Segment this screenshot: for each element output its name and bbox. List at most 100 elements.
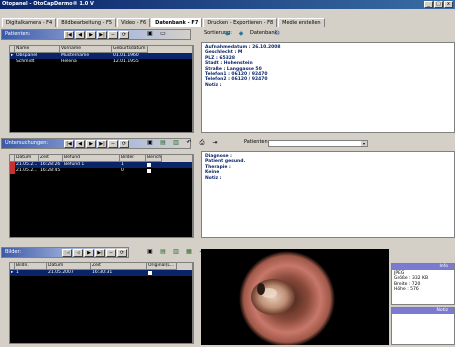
image-preview[interactable] <box>201 249 389 345</box>
patients-scrollbar[interactable] <box>193 45 199 133</box>
image-date-cell: 21.05.2007 <box>48 270 74 275</box>
close-button[interactable]: x <box>444 1 453 8</box>
image-info-box: Info JPEG Größe : 332 KB Breite : 720 Hö… <box>391 263 455 305</box>
image-notiz-box[interactable]: Notiz <box>391 307 455 345</box>
column-header[interactable]: Datum <box>15 155 39 162</box>
exam-patient-label: Patienten: <box>244 139 270 145</box>
examinations-nav: |◀ ◀ ▶ ▶| − ⟳ <box>64 140 129 148</box>
prev-record-button[interactable]: ◀ <box>73 249 83 257</box>
last-record-button[interactable]: ▶| <box>95 249 105 257</box>
window-controls: _ □ x <box>424 1 453 8</box>
sort-desc-icon[interactable]: ◆ <box>236 30 246 38</box>
minimize-button[interactable]: _ <box>424 1 433 8</box>
delete-record-button[interactable]: − <box>106 249 116 257</box>
patient-card-icon[interactable]: ▭ <box>158 30 168 38</box>
report-checkbox[interactable] <box>146 168 162 174</box>
next-record-button[interactable]: ▶ <box>86 140 96 148</box>
new-patient-icon[interactable]: ▣ <box>145 30 155 38</box>
window-title-bar: Otopanel - OtoCapDermo® 1.0 V <box>0 0 455 9</box>
images-nav: |◀ ◀ ▶ ▶| − ⟳ <box>62 249 127 257</box>
image-tools: ▣ ▤ ▥ ▦ ⇥ <box>145 248 207 256</box>
table-row[interactable]: Schmidt Helena 12.01.1955 <box>10 59 192 65</box>
patients-section-label: Patienten: <box>5 31 31 37</box>
exam-finding-cell <box>63 168 120 174</box>
database-icon[interactable]: ⛁ <box>272 30 282 38</box>
image-number-cell: 1 <box>16 270 19 275</box>
patients-table: Name Vorname Geburtsdatum ▸ Obspanel Mus… <box>9 45 193 133</box>
patient-select[interactable]: ▾ <box>268 140 368 147</box>
ear-canal-image <box>239 251 335 345</box>
examination-tools: ▣ ▤ ▥ ↶ ⎙ ⇥ <box>145 139 220 147</box>
open-image-icon[interactable]: ▦ <box>184 248 194 256</box>
image-time-cell: 16:30:31 <box>92 270 113 275</box>
examinations-section-label: Untersuchungen: <box>5 140 49 146</box>
save-icon[interactable]: ▥ <box>171 139 181 147</box>
column-header[interactable]: Original(L... <box>147 263 177 270</box>
undo-icon[interactable]: ↶ <box>184 139 194 147</box>
main-tabs: Digitalkamera - F4 Bildbearbeitung - F5 … <box>0 18 455 27</box>
tab-medie-erstellen[interactable]: Medie erstellen <box>278 18 325 27</box>
delete-record-button[interactable]: − <box>108 31 118 39</box>
images-table-header: Bildn. Datum Zeit Original(L... <box>10 263 192 270</box>
next-record-button[interactable]: ▶ <box>86 31 96 39</box>
print-icon[interactable]: ⎙ <box>197 139 207 147</box>
table-row[interactable]: ▸ 1 21.05.2007 16:30:31 <box>10 270 192 276</box>
tab-video[interactable]: Video - F6 <box>117 18 151 27</box>
new-image-icon[interactable]: ▣ <box>145 248 155 256</box>
exam-images-cell: 0 <box>121 168 124 173</box>
first-record-button[interactable]: |◀ <box>62 249 72 257</box>
detail-line: Notiz : <box>205 175 222 181</box>
refresh-button[interactable]: ⟳ <box>119 140 129 148</box>
info-line: Höhe : 576 <box>394 287 419 293</box>
first-record-button[interactable]: |◀ <box>64 140 74 148</box>
column-header[interactable]: Bericht <box>146 155 162 162</box>
column-header[interactable]: Geburtsdatum <box>112 46 148 53</box>
examinations-scrollbar[interactable] <box>193 154 199 238</box>
exam-details-panel: Diagnose : Patient gesund. Therapie : Ke… <box>201 151 455 238</box>
patient-details-panel: Aufnahmedatum : 26.10.2008 Geschlecht : … <box>201 42 455 133</box>
refresh-button[interactable]: ⟳ <box>119 31 129 39</box>
column-header[interactable]: Zeit <box>39 155 63 162</box>
table-row[interactable]: 21.05.2... 16:28:45 0 <box>10 168 192 174</box>
export-icon[interactable]: ⇥ <box>210 139 220 147</box>
images-scrollbar[interactable] <box>193 262 199 344</box>
patient-birthdate-cell: 12.01.1955 <box>113 59 139 64</box>
first-record-button[interactable]: |◀ <box>64 31 74 39</box>
chevron-down-icon[interactable]: ▾ <box>361 141 367 146</box>
detail-line: Notiz : <box>205 82 222 88</box>
last-record-button[interactable]: ▶| <box>97 140 107 148</box>
images-table: Bildn. Datum Zeit Original(L... ▸ 1 21.0… <box>9 262 193 344</box>
notiz-title: Notiz <box>392 308 454 314</box>
prev-record-button[interactable]: ◀ <box>75 140 85 148</box>
images-section-label: Bilder: <box>5 249 22 255</box>
column-header[interactable]: Name <box>15 46 60 53</box>
images-toolbar: Bilder: |◀ ◀ ▶ ▶| − ⟳ <box>1 247 129 258</box>
last-record-button[interactable]: ▶| <box>97 31 107 39</box>
save-image-icon[interactable]: ▥ <box>171 248 181 256</box>
delete-record-button[interactable]: − <box>108 140 118 148</box>
original-checkbox[interactable] <box>147 270 177 276</box>
tab-drucken-exportieren[interactable]: Drucken - Exportieren - F8 <box>203 18 278 27</box>
column-header[interactable]: Befund <box>63 155 120 162</box>
prev-record-button[interactable]: ◀ <box>75 31 85 39</box>
tab-datenbank[interactable]: Datenbank - F7 <box>151 18 203 27</box>
column-header[interactable]: Zeit <box>91 263 147 270</box>
tab-bildbearbeitung[interactable]: Bildbearbeitung - F5 <box>57 18 117 27</box>
examinations-table-header: Datum Zeit Befund Bilder Bericht <box>10 155 192 162</box>
column-header[interactable]: Bildn. <box>15 263 47 270</box>
column-header[interactable]: Datum <box>47 263 91 270</box>
maximize-button[interactable]: □ <box>434 1 443 8</box>
tab-digitalkamera[interactable]: Digitalkamera - F4 <box>2 18 57 27</box>
exam-time-cell: 16:28:45 <box>40 168 61 173</box>
copy-icon[interactable]: ▤ <box>158 139 168 147</box>
new-exam-icon[interactable]: ▣ <box>145 139 155 147</box>
refresh-button[interactable]: ⟳ <box>117 249 127 257</box>
examinations-table: Datum Zeit Befund Bilder Bericht 21.05.2… <box>9 154 193 238</box>
column-header[interactable]: Vorname <box>60 46 112 53</box>
sort-asc-icon[interactable]: ◆ <box>222 30 232 38</box>
exam-date-cell: 21.05.2... <box>16 168 38 173</box>
next-record-button[interactable]: ▶ <box>84 249 94 257</box>
column-header[interactable]: Bilder <box>120 155 146 162</box>
copy-image-icon[interactable]: ▤ <box>158 248 168 256</box>
patient-firstname-cell: Helena <box>61 59 77 64</box>
